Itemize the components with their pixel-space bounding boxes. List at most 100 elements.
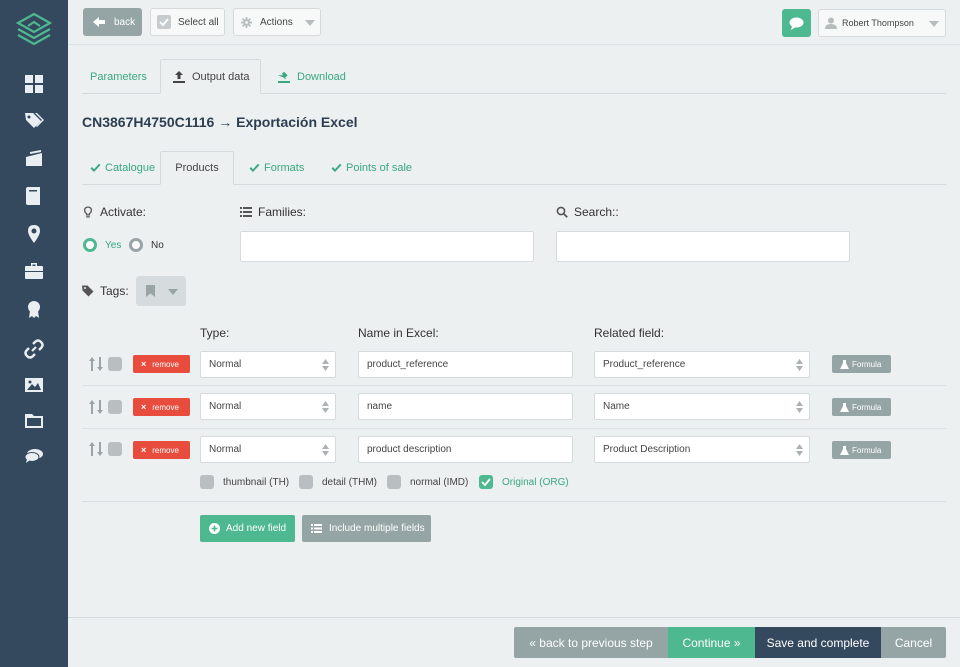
checkbox-checked[interactable]: [479, 475, 493, 489]
link-icon: [24, 339, 44, 359]
type-value: Normal: [209, 444, 242, 455]
check-icon: [249, 163, 260, 172]
check-icon: [159, 18, 169, 27]
add-new-field-button[interactable]: Add new field: [200, 515, 295, 542]
cancel-button[interactable]: Cancel: [881, 627, 946, 658]
option-normal[interactable]: normal (IMD): [387, 475, 468, 489]
upload-icon: [173, 70, 185, 83]
search-label-text: Search::: [574, 205, 619, 219]
tab-download-label: Download: [297, 70, 346, 83]
remove-label: remove: [152, 359, 179, 369]
sort-icon[interactable]: [89, 442, 103, 456]
search-input[interactable]: [556, 231, 850, 262]
type-select[interactable]: Normal: [200, 393, 336, 420]
excel-name-input[interactable]: product description: [358, 436, 573, 463]
nav-awards[interactable]: [0, 292, 68, 326]
tab-products[interactable]: Products: [160, 151, 234, 185]
nav-folders[interactable]: [0, 404, 68, 438]
sort-icon[interactable]: [89, 357, 103, 371]
checkbox[interactable]: [200, 475, 214, 489]
nav-catalogues[interactable]: [0, 142, 68, 176]
flask-icon: [840, 359, 849, 369]
remove-button[interactable]: × remove: [133, 398, 190, 416]
tags-icon: [25, 113, 44, 128]
continue-button[interactable]: Continue »: [668, 627, 755, 658]
related-field-select[interactable]: Product Description: [594, 436, 810, 463]
row-checkbox[interactable]: [108, 357, 122, 371]
nav-briefcase[interactable]: [0, 254, 68, 288]
related-field-select[interactable]: Product_reference: [594, 351, 810, 378]
sub-tabs: Catalogue Products Formats Points of sal…: [82, 151, 946, 185]
nav-links[interactable]: [0, 332, 68, 366]
excel-name-input[interactable]: name: [358, 393, 573, 420]
remove-button[interactable]: × remove: [133, 441, 190, 459]
row-checkbox[interactable]: [108, 400, 122, 414]
check-icon: [90, 163, 101, 172]
related-field-value: Name: [603, 401, 630, 412]
tab-parameters[interactable]: Parameters: [90, 59, 147, 94]
remove-button[interactable]: × remove: [133, 355, 190, 373]
footer-divider: [68, 617, 960, 618]
chat-button[interactable]: [782, 9, 811, 37]
tab-output-data[interactable]: Output data: [160, 59, 261, 94]
nav-locations[interactable]: [0, 217, 68, 251]
tags-select[interactable]: [136, 276, 186, 306]
formula-button[interactable]: Formula: [832, 398, 891, 416]
option-thumbnail[interactable]: thumbnail (TH): [200, 475, 289, 489]
check-icon: [331, 163, 342, 172]
type-select[interactable]: Normal: [200, 351, 336, 378]
checkbox[interactable]: [299, 475, 313, 489]
related-field-select[interactable]: Name: [594, 393, 810, 420]
remove-label: remove: [152, 445, 179, 455]
option-detail[interactable]: detail (THM): [299, 475, 377, 489]
families-label-text: Families:: [258, 205, 307, 219]
select-all-checkbox[interactable]: [157, 15, 171, 29]
column-header-related-field: Related field:: [594, 326, 665, 340]
app-logo-icon[interactable]: [14, 10, 54, 50]
tab-points-of-sale[interactable]: Points of sale: [331, 151, 412, 185]
select-all-button[interactable]: Select all: [150, 8, 225, 36]
option-label: normal (IMD): [410, 476, 469, 488]
search-label: Search::: [556, 205, 619, 219]
tab-download[interactable]: Download: [278, 59, 346, 94]
formula-button[interactable]: Formula: [832, 441, 891, 459]
back-to-previous-step-button[interactable]: « back to previous step: [514, 627, 668, 658]
families-input[interactable]: [240, 231, 534, 262]
list-icon: [311, 524, 322, 533]
list-icon: [240, 207, 252, 217]
related-field-value: Product Description: [603, 444, 691, 455]
back-button[interactable]: back: [83, 8, 142, 36]
nav-tags[interactable]: [0, 104, 68, 138]
nav-images[interactable]: [0, 368, 68, 402]
sort-icon[interactable]: [89, 400, 103, 414]
tab-points-of-sale-label: Points of sale: [346, 162, 413, 174]
tab-formats[interactable]: Formats: [249, 151, 304, 185]
save-and-complete-button[interactable]: Save and complete: [755, 627, 881, 658]
activate-no-radio[interactable]: No: [129, 238, 164, 252]
excel-name-input[interactable]: product_reference: [358, 351, 573, 378]
radio-selected-icon: [83, 238, 97, 252]
nav-messages[interactable]: [0, 439, 68, 473]
bookmark-icon: [146, 285, 155, 297]
actions-dropdown[interactable]: Actions: [233, 8, 321, 36]
tab-catalogue[interactable]: Catalogue: [90, 151, 155, 185]
option-original[interactable]: Original (ORG): [479, 475, 569, 489]
tags-label: Tags:: [82, 284, 129, 298]
nav-dashboard[interactable]: [0, 67, 68, 101]
activate-label: Activate:: [82, 205, 146, 219]
tab-output-data-label: Output data: [192, 70, 250, 83]
checkbox[interactable]: [387, 475, 401, 489]
top-toolbar: back Select all Actions Robert Thompson: [68, 0, 960, 45]
user-menu[interactable]: Robert Thompson: [818, 9, 946, 37]
nav-book[interactable]: [0, 179, 68, 213]
check-icon: [481, 478, 491, 487]
formula-button[interactable]: Formula: [832, 355, 891, 373]
include-multiple-fields-button[interactable]: Include multiple fields: [302, 515, 431, 542]
user-name: Robert Thompson: [842, 18, 914, 28]
activate-yes-radio[interactable]: Yes: [83, 238, 121, 252]
type-select[interactable]: Normal: [200, 436, 336, 463]
back-button-label: back: [114, 16, 136, 28]
row-divider: [82, 428, 946, 429]
page-title: CN3867H4750C1116 → Exportación Excel: [82, 114, 358, 130]
row-checkbox[interactable]: [108, 442, 122, 456]
